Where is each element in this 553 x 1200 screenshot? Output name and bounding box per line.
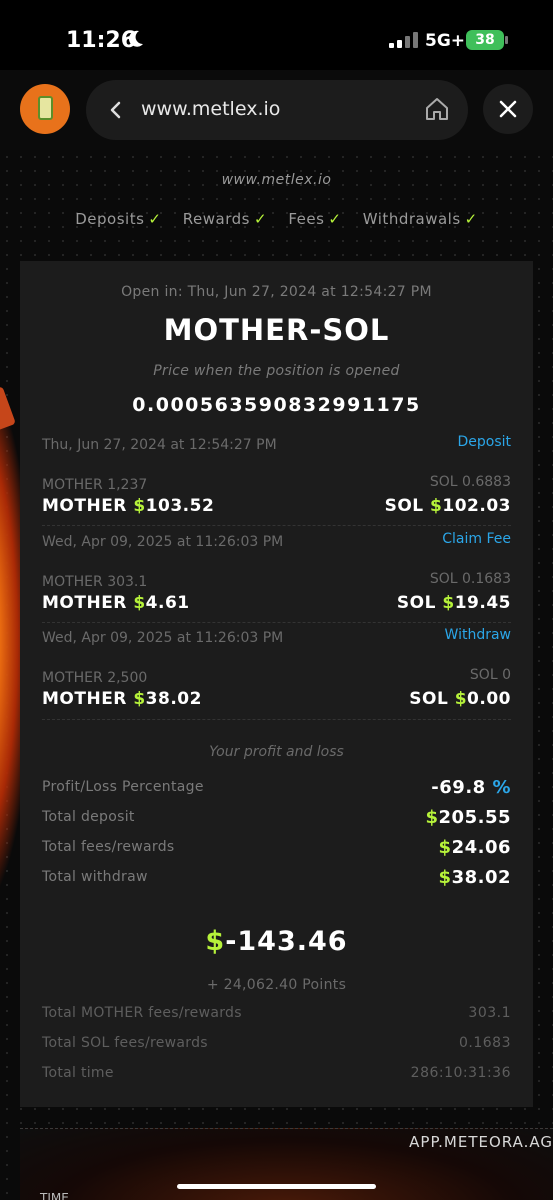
tx-left-amount: MOTHER 1,237 <box>42 477 148 493</box>
divider <box>42 525 511 526</box>
stat-total-time: Total time 286:10:31:36 <box>42 1065 511 1081</box>
network-type: 5G+ <box>425 31 466 51</box>
stat-sol-fees: Total SOL fees/rewards 0.1683 <box>42 1035 511 1051</box>
position-card: Open in: Thu, Jun 27, 2024 at 12:54:27 P… <box>20 261 533 1107</box>
tx-right-amount: SOL 0 <box>469 667 511 683</box>
price-label: Price when the position is opened <box>153 363 400 379</box>
tx-date: Wed, Apr 09, 2025 at 11:26:03 PM <box>42 630 284 646</box>
tx-right-amount: SOL 0.6883 <box>429 474 511 490</box>
clock-time: 11:26 <box>66 28 137 53</box>
tx-left-usd: MOTHER $103.52 <box>42 496 215 516</box>
tx-left-amount: MOTHER 2,500 <box>42 670 148 686</box>
check-fees: Fees ✓ <box>288 210 342 228</box>
home-icon[interactable] <box>424 96 450 122</box>
stat-mother-fees: Total MOTHER fees/rewards 303.1 <box>42 1005 511 1021</box>
tx-left-amount: MOTHER 303.1 <box>42 574 148 590</box>
tx-left-usd: MOTHER $4.61 <box>42 593 190 613</box>
signal-icon <box>389 32 419 48</box>
tx-action-withdraw[interactable]: Withdraw <box>445 627 511 643</box>
divider <box>42 719 511 720</box>
tx-left-usd: MOTHER $38.02 <box>42 689 202 709</box>
tx-date: Thu, Jun 27, 2024 at 12:54:27 PM <box>42 437 277 453</box>
pl-title: Your profit and loss <box>209 744 344 760</box>
web-page: www.metlex.io Deposits ✓ Rewards ✓ Fees ✓ W… <box>0 150 553 1200</box>
tx-right-usd: SOL $19.45 <box>396 593 511 613</box>
status-bar: 11:26 5G+ 38 <box>0 0 553 70</box>
address-bar[interactable]: www.metlex.io <box>86 80 468 140</box>
browser-toolbar: www.metlex.io <box>0 70 553 150</box>
check-rewards: Rewards ✓ <box>182 210 268 228</box>
points: + 24,062.40 Points <box>206 977 347 993</box>
stat-total-withdraw: Total withdraw $38.02 <box>42 867 511 888</box>
close-icon <box>499 100 517 118</box>
battery-icon: 38 <box>466 30 508 50</box>
feature-checklist: Deposits ✓ Rewards ✓ Fees ✓ Withdrawals ✓ <box>0 210 553 228</box>
stat-total-deposit: Total deposit $205.55 <box>42 807 511 828</box>
tx-right-usd: SOL $102.03 <box>384 496 511 516</box>
home-indicator[interactable] <box>177 1184 376 1189</box>
tx-action-claim-fee[interactable]: Claim Fee <box>442 531 511 547</box>
check-icon: ✓ <box>253 210 268 228</box>
close-button[interactable] <box>483 84 533 134</box>
check-icon: ✓ <box>328 210 342 228</box>
tx-date: Wed, Apr 09, 2025 at 11:26:03 PM <box>42 534 284 550</box>
open-price: 0.000563590832991175 <box>132 394 421 416</box>
share-card-preview: APP.METEORA.AG TIME <box>20 1128 553 1200</box>
stat-total-fees: Total fees/rewards $24.06 <box>42 837 511 858</box>
stat-pl-percentage: Profit/Loss Percentage -69.8 % <box>42 777 511 798</box>
tx-action-deposit[interactable]: Deposit <box>457 434 511 450</box>
meteora-brand: APP.METEORA.AG <box>409 1133 553 1151</box>
open-date: Open in: Thu, Jun 27, 2024 at 12:54:27 P… <box>121 284 432 300</box>
check-icon: ✓ <box>148 210 162 228</box>
divider <box>42 622 511 623</box>
check-deposits: Deposits ✓ <box>75 210 162 228</box>
site-name: www.metlex.io <box>221 172 332 188</box>
moon-icon <box>128 30 143 47</box>
time-label: TIME <box>40 1191 69 1200</box>
check-icon: ✓ <box>464 210 478 228</box>
tx-right-usd: SOL $0.00 <box>409 689 511 709</box>
battery-can-icon[interactable] <box>20 84 70 134</box>
url-text[interactable]: www.metlex.io <box>141 98 280 120</box>
pair-title: MOTHER-SOL <box>163 313 390 347</box>
check-withdrawals: Withdrawals ✓ <box>362 210 478 228</box>
tx-right-amount: SOL 0.1683 <box>429 571 511 587</box>
chevron-left-icon[interactable] <box>106 98 126 122</box>
total-pnl: $-143.46 <box>205 926 348 957</box>
